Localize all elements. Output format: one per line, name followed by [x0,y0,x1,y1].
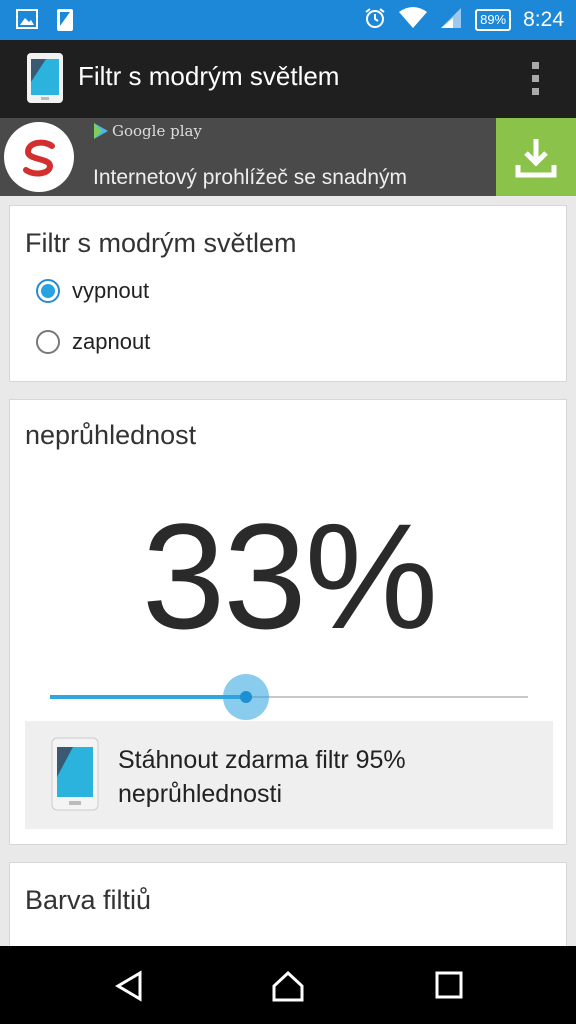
radio-on[interactable]: zapnout [36,329,150,355]
radio-label: zapnout [72,329,151,354]
recents-icon[interactable] [434,970,464,1004]
ad-text: Internetový prohlížeč se snadným [93,166,407,189]
app-bar: Filtr s modrým světlem [0,40,576,118]
battery-indicator: 89% [475,9,512,31]
promo-download-filter[interactable]: Stáhnout zdarma filtr 95% neprůhlednosti [25,721,553,829]
card-title: neprůhlednost [25,420,197,450]
app-icon [26,52,64,108]
google-play-icon [94,123,108,139]
radio-button-checked[interactable] [36,279,60,303]
ad-app-logo[interactable] [4,122,74,192]
radio-button[interactable] [36,330,60,354]
back-icon[interactable] [114,970,144,1006]
clock: 8:24 [523,8,564,31]
navigation-bar [0,946,576,1024]
google-play-label: Google play [94,122,202,140]
home-icon[interactable] [271,970,305,1006]
alarm-icon [363,6,387,34]
wifi-icon [399,6,428,34]
image-icon [16,8,38,36]
filter-card: Filtr s modrým světlem vypnout zapnout [9,205,567,382]
download-button[interactable] [496,118,576,196]
card-title: Barva filtiů [25,885,152,915]
promo-line-2: neprůhlednosti [118,780,283,808]
phone-icon [56,8,74,36]
promo-line-1: Stáhnout zdarma filtr 95% [118,746,406,774]
card-title: Filtr s modrým světlem [25,228,297,258]
opacity-value: 33% [141,492,438,660]
ad-banner[interactable]: Google play Internetový prohlížeč se sna… [0,118,576,196]
download-icon [515,139,557,178]
overflow-menu-icon[interactable] [532,62,540,95]
radio-off[interactable]: vypnout [36,278,149,304]
opacity-slider[interactable] [50,674,528,720]
app-title: Filtr s modrým světlem [78,61,340,91]
signal-icon [439,6,463,34]
status-bar: 89% 8:24 [0,0,576,40]
promo-app-icon [51,737,111,817]
opacity-card: neprůhlednost 33% Stáhnout zdarma filtr … [9,399,567,845]
radio-label: vypnout [72,278,150,303]
